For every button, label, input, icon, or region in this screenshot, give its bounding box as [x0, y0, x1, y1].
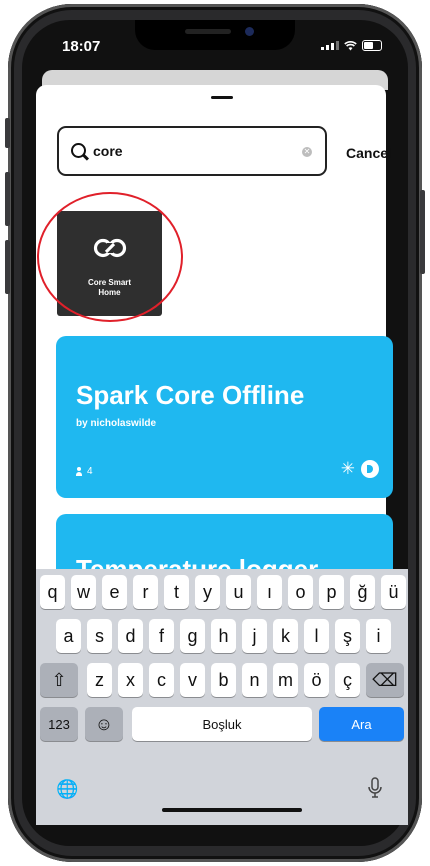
key-ş[interactable]: ş: [335, 619, 360, 653]
key-j[interactable]: j: [242, 619, 267, 653]
key-w[interactable]: w: [71, 575, 96, 609]
key-e[interactable]: e: [102, 575, 127, 609]
search-query[interactable]: core: [93, 143, 123, 159]
applet-card-spark-core-offline[interactable]: Spark Core Offline by nicholaswilde 4 ✳: [56, 336, 393, 498]
key-a[interactable]: a: [56, 619, 81, 653]
service-logo-icon: [361, 460, 379, 478]
volume-down-button: [5, 240, 10, 294]
signal-icon: [321, 41, 339, 50]
key-ç[interactable]: ç: [335, 663, 360, 697]
key-ğ[interactable]: ğ: [350, 575, 375, 609]
card-user-count: 4: [76, 466, 93, 477]
space-key[interactable]: Boşluk: [132, 707, 312, 741]
search-input[interactable]: core ✕: [57, 126, 327, 176]
key-i[interactable]: i: [366, 619, 391, 653]
key-q[interactable]: q: [40, 575, 65, 609]
card-author: by nicholaswilde: [76, 418, 157, 429]
key-f[interactable]: f: [149, 619, 174, 653]
keyboard: q w e r t y u ı o p ğ ü a s d f g h j k l ş i ⇧ z x c v b n m ö ç ⌫ 123 ☺ Bo…: [36, 569, 408, 825]
key-l[interactable]: l: [304, 619, 329, 653]
shift-key[interactable]: ⇧: [40, 663, 78, 697]
key-m[interactable]: m: [273, 663, 298, 697]
cancel-button[interactable]: Cancel: [346, 145, 392, 161]
key-u[interactable]: u: [226, 575, 251, 609]
emoji-key[interactable]: ☺: [85, 707, 123, 741]
key-ü[interactable]: ü: [381, 575, 406, 609]
status-icons: [321, 40, 382, 51]
card-services: ✳: [341, 460, 379, 478]
status-time: 18:07: [62, 38, 101, 55]
sun-icon: ✳: [340, 459, 355, 478]
camera-icon: [245, 27, 254, 36]
power-button: [420, 190, 425, 274]
numbers-key[interactable]: 123: [40, 707, 78, 741]
key-y[interactable]: y: [195, 575, 220, 609]
key-z[interactable]: z: [87, 663, 112, 697]
home-indicator[interactable]: [162, 808, 302, 812]
silent-switch: [5, 118, 10, 148]
microphone-icon[interactable]: [368, 777, 382, 804]
key-v[interactable]: v: [180, 663, 205, 697]
card-title: Spark Core Offline: [76, 380, 305, 410]
key-b[interactable]: b: [211, 663, 236, 697]
backspace-key[interactable]: ⌫: [366, 663, 404, 697]
sheet-grabber[interactable]: [211, 96, 233, 99]
user-icon: [76, 467, 82, 476]
key-k[interactable]: k: [273, 619, 298, 653]
key-t[interactable]: t: [164, 575, 189, 609]
notch: [135, 20, 295, 50]
clear-icon[interactable]: ✕: [302, 147, 312, 157]
key-p[interactable]: p: [319, 575, 344, 609]
key-r[interactable]: r: [133, 575, 158, 609]
key-c[interactable]: c: [149, 663, 174, 697]
key-g[interactable]: g: [180, 619, 205, 653]
wifi-icon: [344, 40, 357, 50]
highlight-circle: [37, 192, 183, 322]
key-d[interactable]: d: [118, 619, 143, 653]
key-ı[interactable]: ı: [257, 575, 282, 609]
globe-icon[interactable]: 🌐: [56, 779, 78, 800]
key-x[interactable]: x: [118, 663, 143, 697]
key-s[interactable]: s: [87, 619, 112, 653]
key-h[interactable]: h: [211, 619, 236, 653]
user-count: 4: [87, 466, 93, 477]
return-key[interactable]: Ara: [319, 707, 404, 741]
key-n[interactable]: n: [242, 663, 267, 697]
volume-up-button: [5, 172, 10, 226]
battery-icon: [362, 40, 382, 51]
key-ö[interactable]: ö: [304, 663, 329, 697]
key-o[interactable]: o: [288, 575, 313, 609]
search-icon: [71, 143, 86, 158]
